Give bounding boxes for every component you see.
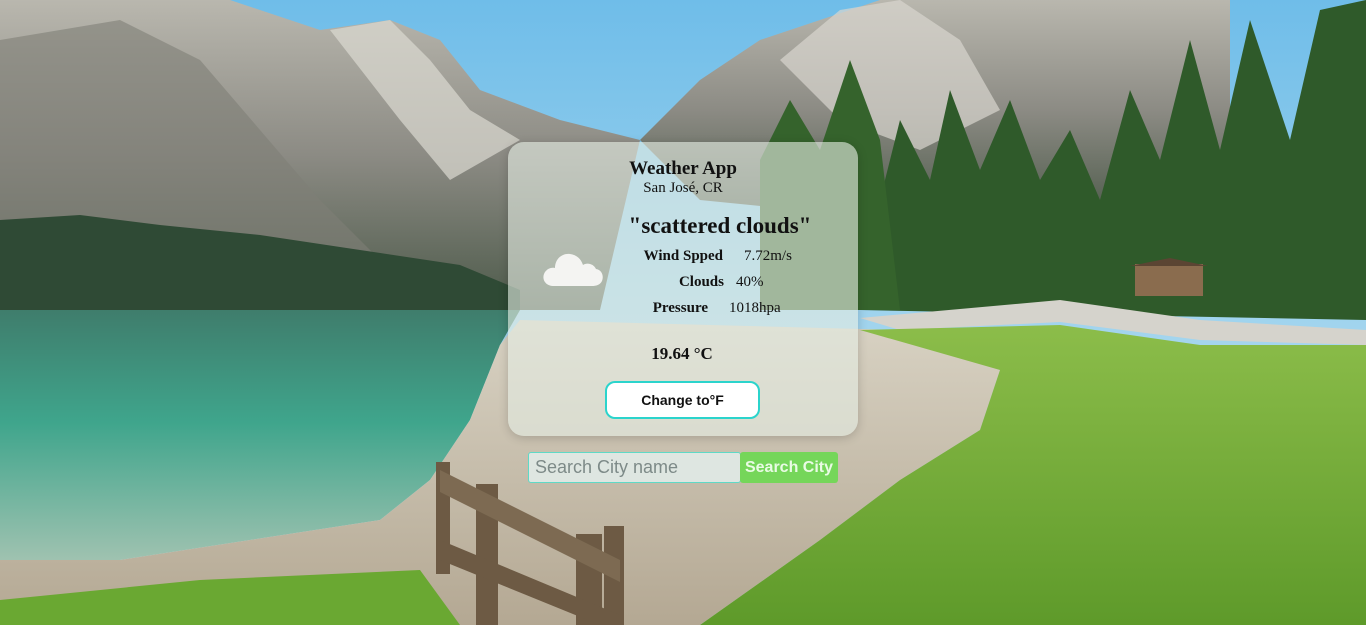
pressure-label: Pressure — [652, 300, 708, 316]
stat-row-wind: Wind Spped 7.72m/s — [628, 248, 838, 270]
weather-card: Weather App San José, CR "scattered clou… — [508, 142, 858, 436]
temperature-display: 19.64 °C — [508, 344, 858, 364]
stat-row-clouds: Clouds 40% — [628, 274, 838, 296]
clouds-label: Clouds — [678, 274, 724, 290]
stat-row-pressure: Pressure 1018hpa — [628, 300, 838, 322]
app-title: Weather App — [629, 158, 737, 179]
cloud-icon — [543, 253, 603, 286]
weather-description: "scattered clouds" — [628, 213, 812, 238]
search-city-button[interactable]: Search City — [740, 452, 838, 483]
pressure-value: 1018hpa — [729, 300, 781, 316]
search-input[interactable] — [528, 452, 741, 483]
wind-speed-label: Wind Spped — [643, 248, 723, 264]
clouds-value: 40% — [736, 274, 764, 290]
wind-speed-value: 7.72m/s — [744, 248, 792, 264]
temperature-value: 19.64 °C — [651, 344, 713, 363]
location-label: San José, CR — [643, 180, 723, 196]
unit-toggle-button[interactable]: Change to°F — [605, 381, 760, 419]
